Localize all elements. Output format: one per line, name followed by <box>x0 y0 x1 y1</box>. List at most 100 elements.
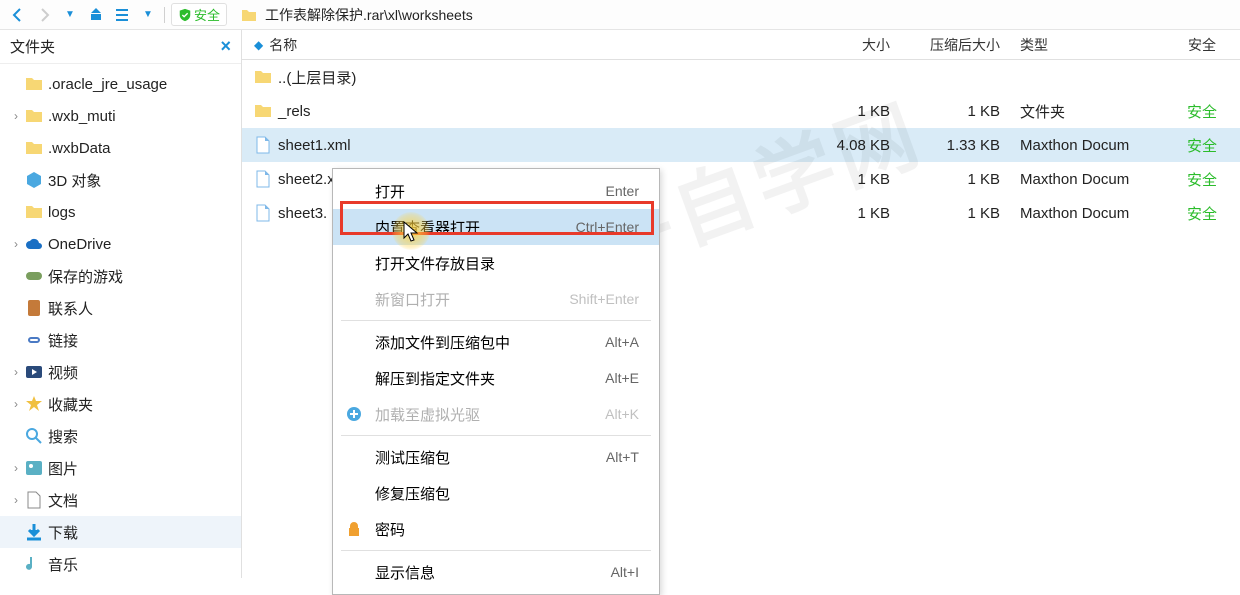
tree-item[interactable]: logs <box>0 196 241 228</box>
tree-item[interactable]: › 文档 <box>0 484 241 516</box>
file-size: 1 KB <box>802 171 902 188</box>
dropdown2-icon[interactable]: ▼ <box>138 5 158 25</box>
safe-label: 安全 <box>194 5 220 24</box>
menu-item[interactable]: 解压到指定文件夹 Alt+E <box>333 360 659 396</box>
list-icon[interactable] <box>112 5 132 25</box>
col-csize-header[interactable]: 压缩后大小 <box>902 35 1012 55</box>
forward-icon[interactable] <box>34 5 54 25</box>
menu-item: 加载至虚拟光驱Alt+K <box>333 396 659 432</box>
expander-icon[interactable]: › <box>8 365 24 379</box>
menu-label: 打开文件存放目录 <box>375 253 495 274</box>
menu-shortcut: Enter <box>606 183 639 199</box>
plus-icon <box>345 405 363 423</box>
menu-shortcut: Alt+K <box>605 406 639 422</box>
menu-label: 解压到指定文件夹 <box>375 368 495 389</box>
file-csize: 1 KB <box>902 205 1012 222</box>
contacts-icon <box>24 298 44 318</box>
back-icon[interactable] <box>8 5 28 25</box>
tree-label: 文档 <box>48 490 78 511</box>
col-safe-header[interactable]: 安全 <box>1172 35 1232 55</box>
menu-item[interactable]: 内置查看器打开Ctrl+Enter <box>333 209 659 245</box>
tree-item[interactable]: 下载 <box>0 516 241 548</box>
picture-icon <box>24 458 44 478</box>
folder-icon <box>24 138 44 158</box>
tree-label: 保存的游戏 <box>48 266 123 287</box>
file-safe: 安全 <box>1172 135 1232 156</box>
tree-label: 链接 <box>48 330 78 351</box>
file-type: 文件夹 <box>1012 101 1172 122</box>
sidebar: 文件夹 × .oracle_jre_usage› .wxb_muti .wxbD… <box>0 30 242 578</box>
expander-icon[interactable]: › <box>8 237 24 251</box>
menu-item[interactable]: 显示信息Alt+I <box>333 554 659 590</box>
file-name: sheet1.xml <box>278 137 351 154</box>
tree-label: 图片 <box>48 458 78 479</box>
file-type: Maxthon Docum <box>1012 171 1172 188</box>
table-row[interactable]: ..(上层目录) <box>242 60 1240 94</box>
up-icon[interactable] <box>86 5 106 25</box>
expander-icon[interactable]: › <box>8 461 24 475</box>
tree-item[interactable]: › 视频 <box>0 356 241 388</box>
col-type-header[interactable]: 类型 <box>1012 35 1172 55</box>
file-type: Maxthon Docum <box>1012 137 1172 154</box>
menu-item[interactable]: 测试压缩包Alt+T <box>333 439 659 475</box>
menu-item[interactable]: 打开 Enter <box>333 173 659 209</box>
menu-item[interactable]: 添加文件到压缩包中Alt+A <box>333 324 659 360</box>
path-text[interactable]: 工作表解除保护.rar\xl\worksheets <box>265 5 473 25</box>
file-name: sheet3. <box>278 205 327 222</box>
file-csize: 1 KB <box>902 171 1012 188</box>
tree-item[interactable]: 联系人 <box>0 292 241 324</box>
file-name: sheet2.x <box>278 171 335 188</box>
menu-label: 打开 <box>375 181 405 202</box>
file-type: Maxthon Docum <box>1012 205 1172 222</box>
menu-label: 显示信息 <box>375 562 435 583</box>
tree-label: 3D 对象 <box>48 170 101 191</box>
file-name: _rels <box>278 103 311 120</box>
tree-item[interactable]: › 图片 <box>0 452 241 484</box>
expander-icon[interactable]: › <box>8 493 24 507</box>
video-icon <box>24 362 44 382</box>
tree-item[interactable]: 音乐 <box>0 548 241 578</box>
tree-item[interactable]: .wxbData <box>0 132 241 164</box>
file-name: ..(上层目录) <box>278 67 356 88</box>
menu-item[interactable]: 密码 <box>333 511 659 547</box>
menu-label: 新窗口打开 <box>375 289 450 310</box>
col-size-header[interactable]: 大小 <box>802 35 902 55</box>
expander-icon[interactable]: › <box>8 397 24 411</box>
tree-item[interactable]: 保存的游戏 <box>0 260 241 292</box>
tree-item[interactable]: › 收藏夹 <box>0 388 241 420</box>
menu-shortcut: Ctrl+Enter <box>576 219 639 235</box>
link-icon <box>24 330 44 350</box>
tree-label: logs <box>48 204 76 221</box>
folder-icon <box>24 106 44 126</box>
folder-icon <box>24 202 44 222</box>
menu-separator <box>341 550 651 551</box>
file-csize: 1 KB <box>902 103 1012 120</box>
dropdown-icon[interactable]: ▼ <box>60 5 80 25</box>
menu-label: 密码 <box>375 519 405 540</box>
tree-item[interactable]: 搜索 <box>0 420 241 452</box>
tree-label: 收藏夹 <box>48 394 93 415</box>
file-icon <box>254 170 272 188</box>
folder-icon <box>254 102 272 120</box>
menu-shortcut: Alt+E <box>605 370 639 386</box>
close-icon[interactable]: × <box>220 36 231 57</box>
expander-icon[interactable]: › <box>8 109 24 123</box>
music-icon <box>24 554 44 574</box>
tree-label: .wxb_muti <box>48 108 116 125</box>
table-row[interactable]: sheet1.xml 4.08 KB 1.33 KB Maxthon Docum… <box>242 128 1240 162</box>
menu-item[interactable]: 修复压缩包 <box>333 475 659 511</box>
tree-item[interactable]: 链接 <box>0 324 241 356</box>
menu-item[interactable]: 打开文件存放目录 <box>333 245 659 281</box>
col-name-header[interactable]: ◆ 名称 <box>242 35 802 55</box>
menu-label: 测试压缩包 <box>375 447 450 468</box>
tree-item[interactable]: .oracle_jre_usage <box>0 68 241 100</box>
tree-item[interactable]: › OneDrive <box>0 228 241 260</box>
table-row[interactable]: _rels 1 KB 1 KB 文件夹 安全 <box>242 94 1240 128</box>
file-size: 1 KB <box>802 103 902 120</box>
toolbar: ▼ ▼ 安全 工作表解除保护.rar\xl\worksheets <box>0 0 1240 30</box>
sidebar-header: 文件夹 × <box>0 30 241 64</box>
sidebar-title: 文件夹 <box>10 36 55 57</box>
tree-item[interactable]: › .wxb_muti <box>0 100 241 132</box>
tree-label: OneDrive <box>48 236 111 253</box>
tree-item[interactable]: 3D 对象 <box>0 164 241 196</box>
